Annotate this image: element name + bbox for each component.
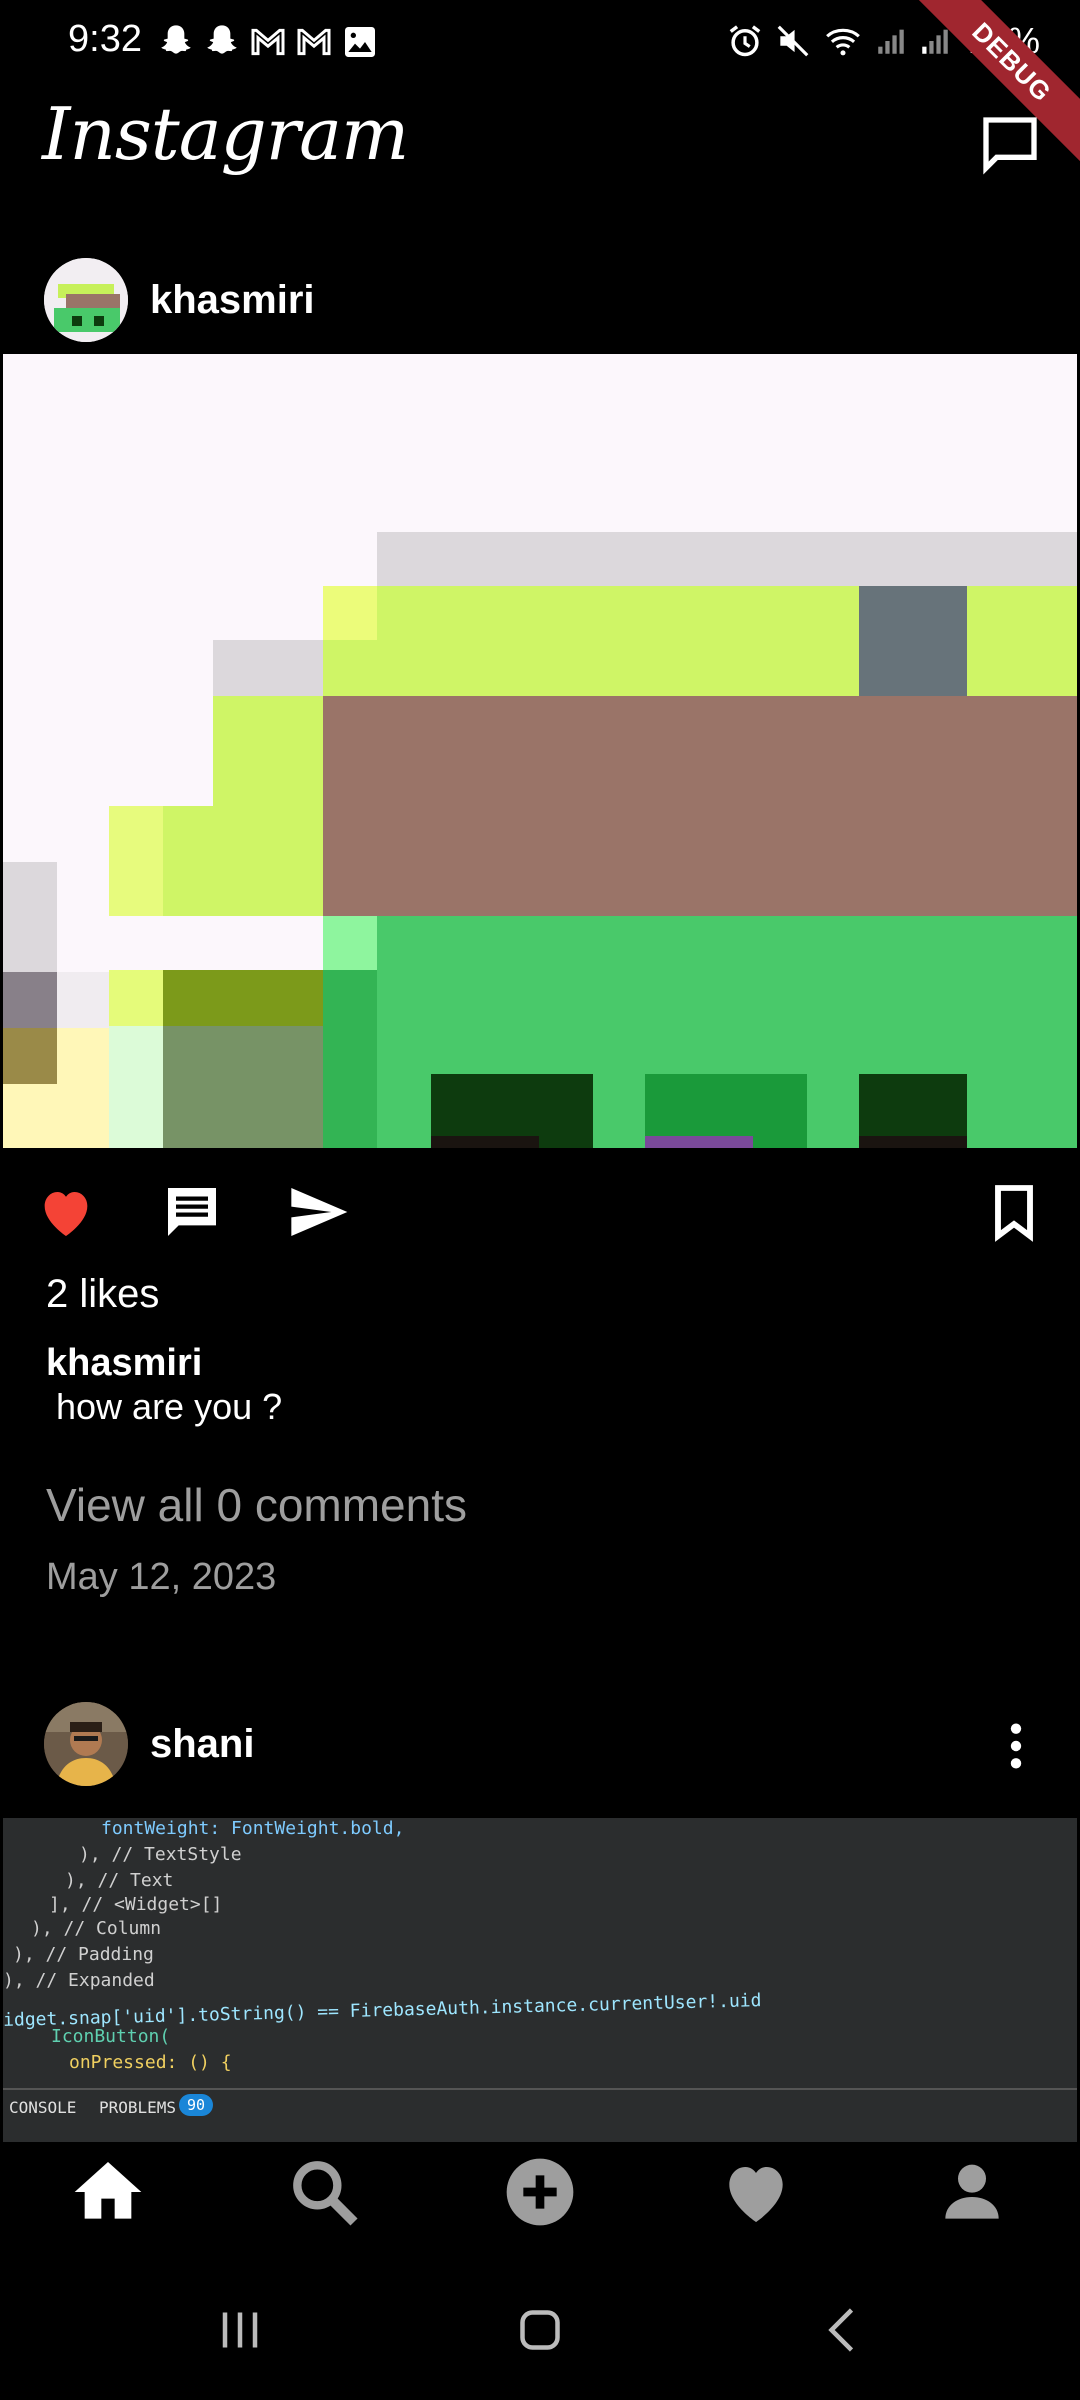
post-image[interactable]: fontWeight: FontWeight.bold, ), // TextS… <box>3 1818 1077 2142</box>
bookmark-icon[interactable] <box>982 1180 1046 1244</box>
code-line: onPressed: () { <box>69 2052 232 2073</box>
code-line: IconButton( <box>51 2026 171 2047</box>
search-icon[interactable] <box>284 2152 364 2232</box>
likes-count[interactable]: 2 likes <box>46 1272 159 1317</box>
add-icon[interactable] <box>500 2152 580 2232</box>
code-line: fontWeight: FontWeight.bold, <box>101 1818 405 1839</box>
like-heart-icon[interactable] <box>34 1180 98 1244</box>
code-line: ), // Padding <box>13 1944 154 1965</box>
post-username[interactable]: shani <box>150 1722 254 1767</box>
alarm-icon <box>729 25 761 57</box>
post-image[interactable] <box>3 354 1077 1148</box>
person-icon[interactable] <box>932 2152 1012 2232</box>
avatar-image <box>44 1702 128 1786</box>
home-icon[interactable] <box>68 2152 148 2232</box>
code-line: ), // Expanded <box>3 1970 155 1991</box>
problems-count-badge: 90 <box>179 2094 214 2116</box>
caption-text: how are you ? <box>46 1386 283 1427</box>
post-username[interactable]: khasmiri <box>150 278 315 323</box>
code-line: ], // <Widget>[] <box>49 1894 223 1915</box>
post-date: May 12, 2023 <box>46 1556 277 1598</box>
app-logo: Instagram <box>42 92 409 176</box>
gmail-icon <box>251 28 285 56</box>
wifi-icon <box>826 28 860 56</box>
chat-bubble-icon[interactable] <box>978 112 1042 176</box>
divider <box>3 2088 1077 2090</box>
status-time: 9:32 <box>68 18 142 60</box>
home-button-icon[interactable] <box>510 2300 570 2360</box>
comment-icon[interactable] <box>160 1180 224 1244</box>
code-line: idget.snap['uid'].toString() == Firebase… <box>3 1990 762 2031</box>
avatar[interactable] <box>44 258 128 342</box>
console-tab: CONSOLE <box>9 2098 77 2117</box>
signal-icon <box>878 29 904 54</box>
send-icon[interactable] <box>286 1180 350 1244</box>
more-vert-icon[interactable] <box>996 1720 1036 1772</box>
code-line: ), // TextStyle <box>79 1844 242 1865</box>
problems-tab: PROBLEMS <box>99 2098 177 2117</box>
notification-icons <box>156 22 380 62</box>
view-comments-link[interactable]: View all 0 comments <box>46 1478 467 1532</box>
gmail-icon <box>297 28 331 56</box>
recent-apps-icon[interactable] <box>210 2300 270 2360</box>
avatar-image <box>44 258 128 342</box>
caption-username[interactable]: khasmiri <box>46 1342 202 1385</box>
code-line: ), // Text <box>65 1870 174 1891</box>
snapchat-icon <box>207 25 237 54</box>
heart-icon[interactable] <box>716 2152 796 2232</box>
code-line: ), // Column <box>31 1918 162 1939</box>
avatar[interactable] <box>44 1702 128 1786</box>
back-icon[interactable] <box>814 2300 874 2360</box>
gallery-icon <box>345 27 375 57</box>
snapchat-icon <box>161 25 191 54</box>
pixel-art-image <box>3 354 1077 1148</box>
mute-icon <box>777 25 809 57</box>
